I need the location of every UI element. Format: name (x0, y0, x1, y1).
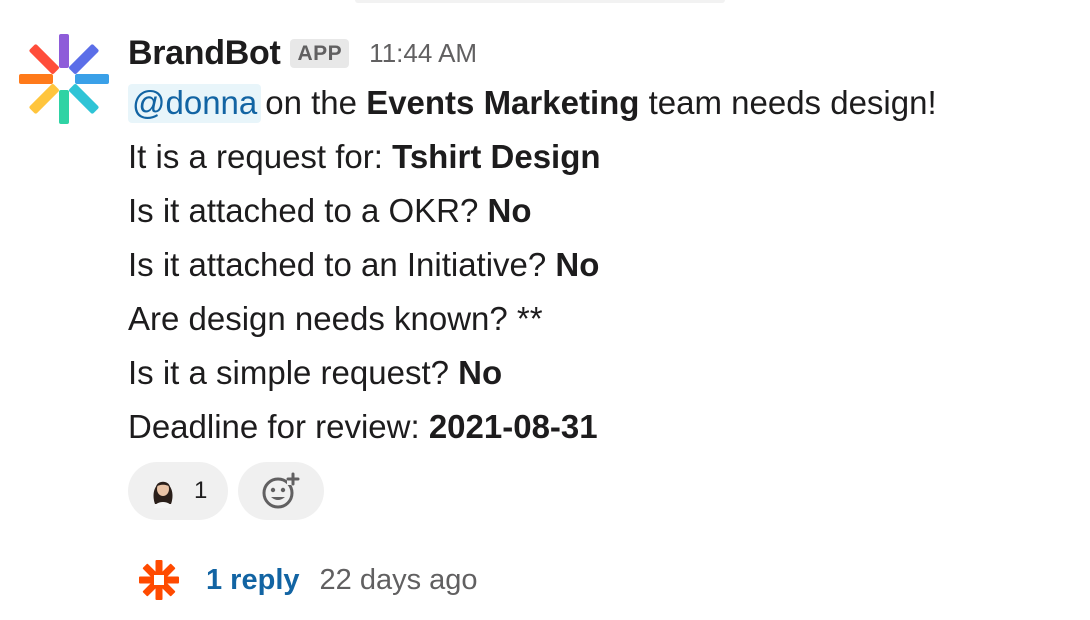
field-design-needs: Are design needs known? ** (128, 292, 1078, 346)
field-simple-request: Is it a simple request? No (128, 346, 1078, 400)
field-value: No (555, 246, 600, 283)
thread-summary[interactable]: 1 reply 22 days ago (136, 552, 478, 608)
field-okr: Is it attached to a OKR? No (128, 184, 1078, 238)
message-timestamp[interactable]: 11:44 AM (369, 38, 477, 69)
add-emoji-icon (262, 472, 300, 509)
message: BrandBot APP 11:44 AM @donna on the Event… (0, 0, 1090, 620)
reaction-count: 1 (194, 477, 208, 504)
user-mention[interactable]: @donna (128, 84, 262, 123)
user-avatar-emoji-icon (153, 481, 173, 508)
field-value: No (458, 354, 503, 391)
field-value: Tshirt Design (392, 138, 601, 175)
sender-name[interactable]: BrandBot (128, 34, 281, 73)
field-value: 2021-08-31 (428, 408, 598, 445)
field-request-type: It is a request for: Tshirt Design (128, 130, 1078, 184)
field-deadline: Deadline for review: 2021-08-31 (128, 400, 1078, 454)
field-label: Deadline for review: (128, 408, 429, 445)
reactions-bar: 1 (128, 462, 1078, 520)
field-label: Are design needs known? ** (128, 300, 543, 337)
add-reaction-button[interactable] (238, 462, 324, 520)
intro-post: team needs design! (639, 84, 937, 121)
message-line-intro: @donna on the Events Marketing team needs… (128, 76, 1078, 130)
intro-pre: on the (265, 84, 367, 121)
field-label: It is a request for: (128, 138, 393, 175)
field-value: No (487, 192, 532, 229)
message-content: BrandBot APP 11:44 AM @donna on the Event… (128, 30, 1078, 520)
team-name: Events Marketing (366, 84, 640, 121)
message-header: BrandBot APP 11:44 AM (128, 30, 1078, 76)
field-label: Is it attached to a OKR? (128, 192, 488, 229)
field-label: Is it attached to an Initiative? (128, 246, 556, 283)
user-reaction-button[interactable]: 1 (128, 462, 228, 520)
app-badge: APP (290, 38, 350, 68)
field-label: Is it a simple request? (128, 354, 459, 391)
reply-count-link[interactable]: 1 reply (206, 564, 300, 597)
last-reply-time: 22 days ago (319, 563, 478, 596)
zapier-avatar-icon (139, 560, 179, 600)
brandbot-avatar[interactable] (18, 33, 110, 125)
field-initiative: Is it attached to an Initiative? No (128, 238, 1078, 292)
